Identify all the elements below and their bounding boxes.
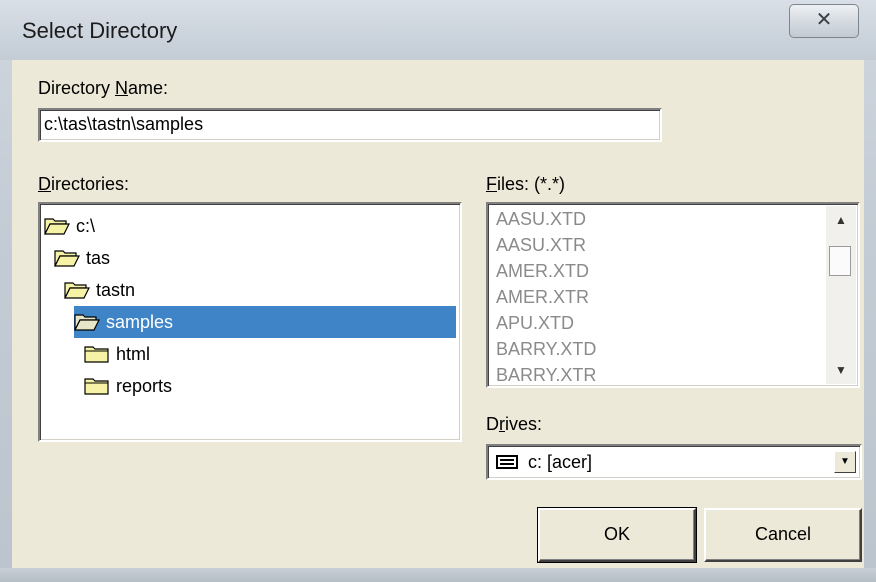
file-item[interactable]: AASU.XTD bbox=[496, 206, 586, 232]
directories-list[interactable]: c:\ tas tastn samples html reports bbox=[38, 202, 462, 442]
files-scrollbar[interactable]: ▲ ▼ bbox=[826, 206, 856, 384]
file-item[interactable]: AMER.XTR bbox=[496, 284, 589, 310]
directory-item-label: reports bbox=[116, 375, 173, 396]
scroll-thumb[interactable] bbox=[829, 246, 851, 276]
file-item[interactable]: BARRY.XTD bbox=[496, 336, 596, 362]
closed-folder-icon bbox=[84, 344, 116, 364]
directory-item-tas[interactable]: tas bbox=[54, 242, 444, 274]
drives-select[interactable]: c: [acer] ▼ bbox=[486, 444, 862, 480]
dialog-body: Directory Name: c:\tas\tastn\samples Dir… bbox=[12, 60, 864, 568]
window-bottom-edge bbox=[0, 568, 876, 582]
directory-item-label: samples bbox=[106, 311, 174, 332]
directory-item-reports[interactable]: reports bbox=[84, 370, 444, 402]
drives-label: Drives: bbox=[486, 414, 543, 434]
file-item[interactable]: BARRY.XTR bbox=[496, 362, 596, 386]
open-folder-icon bbox=[74, 312, 106, 332]
drive-value: c: [acer] bbox=[528, 452, 593, 472]
directory-name-label: Directory Name: bbox=[38, 78, 169, 98]
ok-button[interactable]: OK bbox=[537, 507, 697, 563]
files-label: Files: (*.*) bbox=[486, 174, 566, 194]
drive-icon bbox=[496, 455, 518, 469]
directory-item-label: html bbox=[116, 343, 151, 364]
directories-label: Directories: bbox=[38, 174, 130, 194]
directory-item-samples[interactable]: samples bbox=[74, 306, 456, 338]
close-icon: ✕ bbox=[815, 9, 833, 31]
cancel-button[interactable]: Cancel bbox=[704, 508, 862, 562]
file-item[interactable]: APU.XTD bbox=[496, 310, 574, 336]
title-bar[interactable]: Select Directory ✕ bbox=[0, 0, 876, 60]
closed-folder-icon bbox=[84, 376, 116, 396]
scroll-down-arrow-icon[interactable]: ▼ bbox=[826, 356, 856, 384]
window-title: Select Directory bbox=[22, 18, 178, 43]
scroll-up-arrow-icon[interactable]: ▲ bbox=[826, 206, 856, 234]
file-item[interactable]: AASU.XTR bbox=[496, 232, 586, 258]
open-folder-icon bbox=[54, 248, 86, 268]
directory-item-label: c:\ bbox=[76, 215, 96, 236]
dropdown-arrow-icon[interactable]: ▼ bbox=[834, 451, 856, 473]
directory-item-html[interactable]: html bbox=[84, 338, 444, 370]
close-button[interactable]: ✕ bbox=[789, 4, 859, 38]
select-directory-dialog: Select Directory ✕ Directory Name: c:\ta… bbox=[0, 0, 876, 582]
file-item[interactable]: AMER.XTD bbox=[496, 258, 589, 284]
directory-name-field[interactable]: c:\tas\tastn\samples bbox=[38, 108, 662, 142]
directory-item-root[interactable]: c:\ bbox=[44, 210, 444, 242]
directory-item-label: tas bbox=[86, 247, 111, 268]
files-list[interactable]: AASU.XTD AASU.XTR AMER.XTD AMER.XTR APU.XTD B… bbox=[486, 202, 860, 388]
open-folder-icon bbox=[64, 280, 96, 300]
open-folder-icon bbox=[44, 216, 76, 236]
directory-item-label: tastn bbox=[96, 279, 136, 300]
directory-item-tastn[interactable]: tastn bbox=[64, 274, 444, 306]
